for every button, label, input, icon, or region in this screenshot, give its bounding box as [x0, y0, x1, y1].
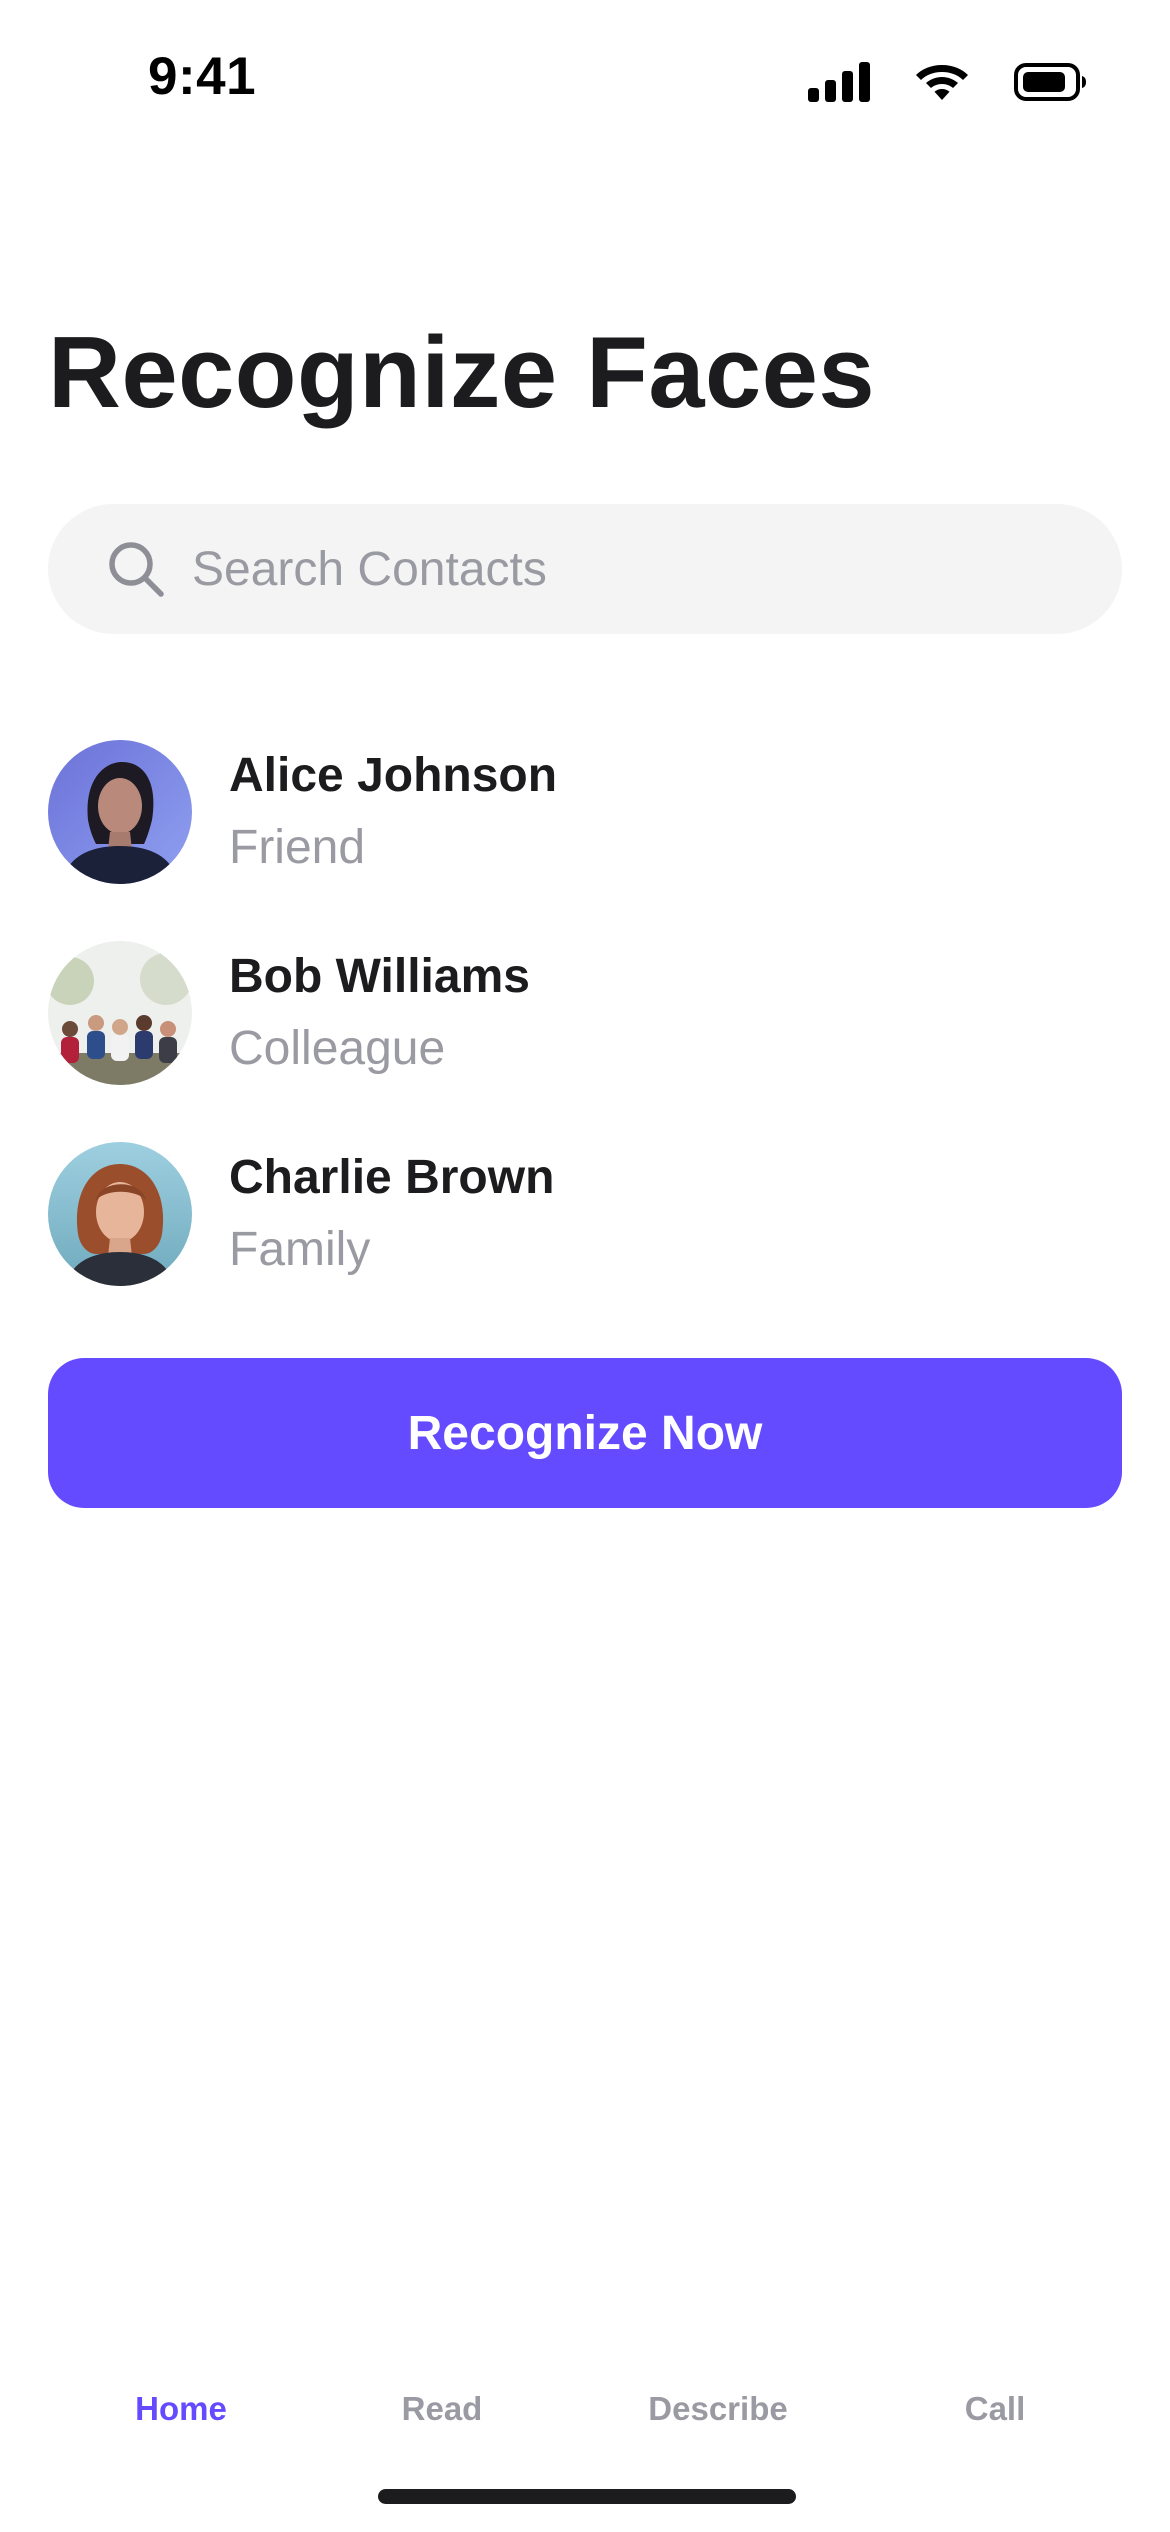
- status-bar: 9:41: [0, 0, 1170, 160]
- contact-item-charlie-brown[interactable]: Charlie Brown Family: [48, 1142, 1122, 1286]
- contact-relation: Colleague: [229, 1022, 446, 1075]
- tab-describe[interactable]: Describe: [648, 2390, 787, 2428]
- contact-item-alice-johnson[interactable]: Alice Johnson Friend: [48, 740, 1122, 884]
- page-title: Recognize Faces: [48, 317, 876, 429]
- recognize-now-button[interactable]: Recognize Now: [48, 1358, 1122, 1508]
- wifi-icon: [916, 65, 968, 100]
- search-icon: [109, 542, 164, 597]
- contact-name: Bob Williams: [229, 950, 530, 1004]
- contact-text: Charlie Brown Family: [229, 1149, 554, 1278]
- status-time: 9:41: [148, 47, 257, 106]
- avatar: [48, 1142, 192, 1286]
- tab-call[interactable]: Call: [965, 2390, 1026, 2428]
- home-indicator[interactable]: [378, 2489, 796, 2504]
- search-bar[interactable]: [48, 504, 1122, 634]
- tab-bar: Home Read Describe Call: [0, 2390, 1170, 2460]
- contact-relation: Family: [229, 1223, 371, 1276]
- contact-name: Alice Johnson: [229, 749, 558, 803]
- tab-read[interactable]: Read: [402, 2390, 483, 2428]
- search-input[interactable]: [192, 541, 1092, 597]
- contact-text: Alice Johnson Friend: [229, 747, 557, 876]
- tab-home[interactable]: Home: [135, 2390, 227, 2428]
- contact-relation: Friend: [229, 821, 366, 874]
- battery-icon: [1014, 63, 1086, 101]
- contact-text: Bob Williams Colleague: [229, 948, 530, 1077]
- status-icons: [808, 58, 1088, 106]
- cellular-signal-icon: [808, 62, 870, 102]
- contact-item-bob-williams[interactable]: Bob Williams Colleague: [48, 941, 1122, 1085]
- avatar: [48, 740, 192, 884]
- avatar: [48, 941, 192, 1085]
- contact-list: Alice Johnson Friend Bob Williams Collea…: [48, 740, 1122, 1343]
- contact-name: Charlie Brown: [229, 1151, 555, 1205]
